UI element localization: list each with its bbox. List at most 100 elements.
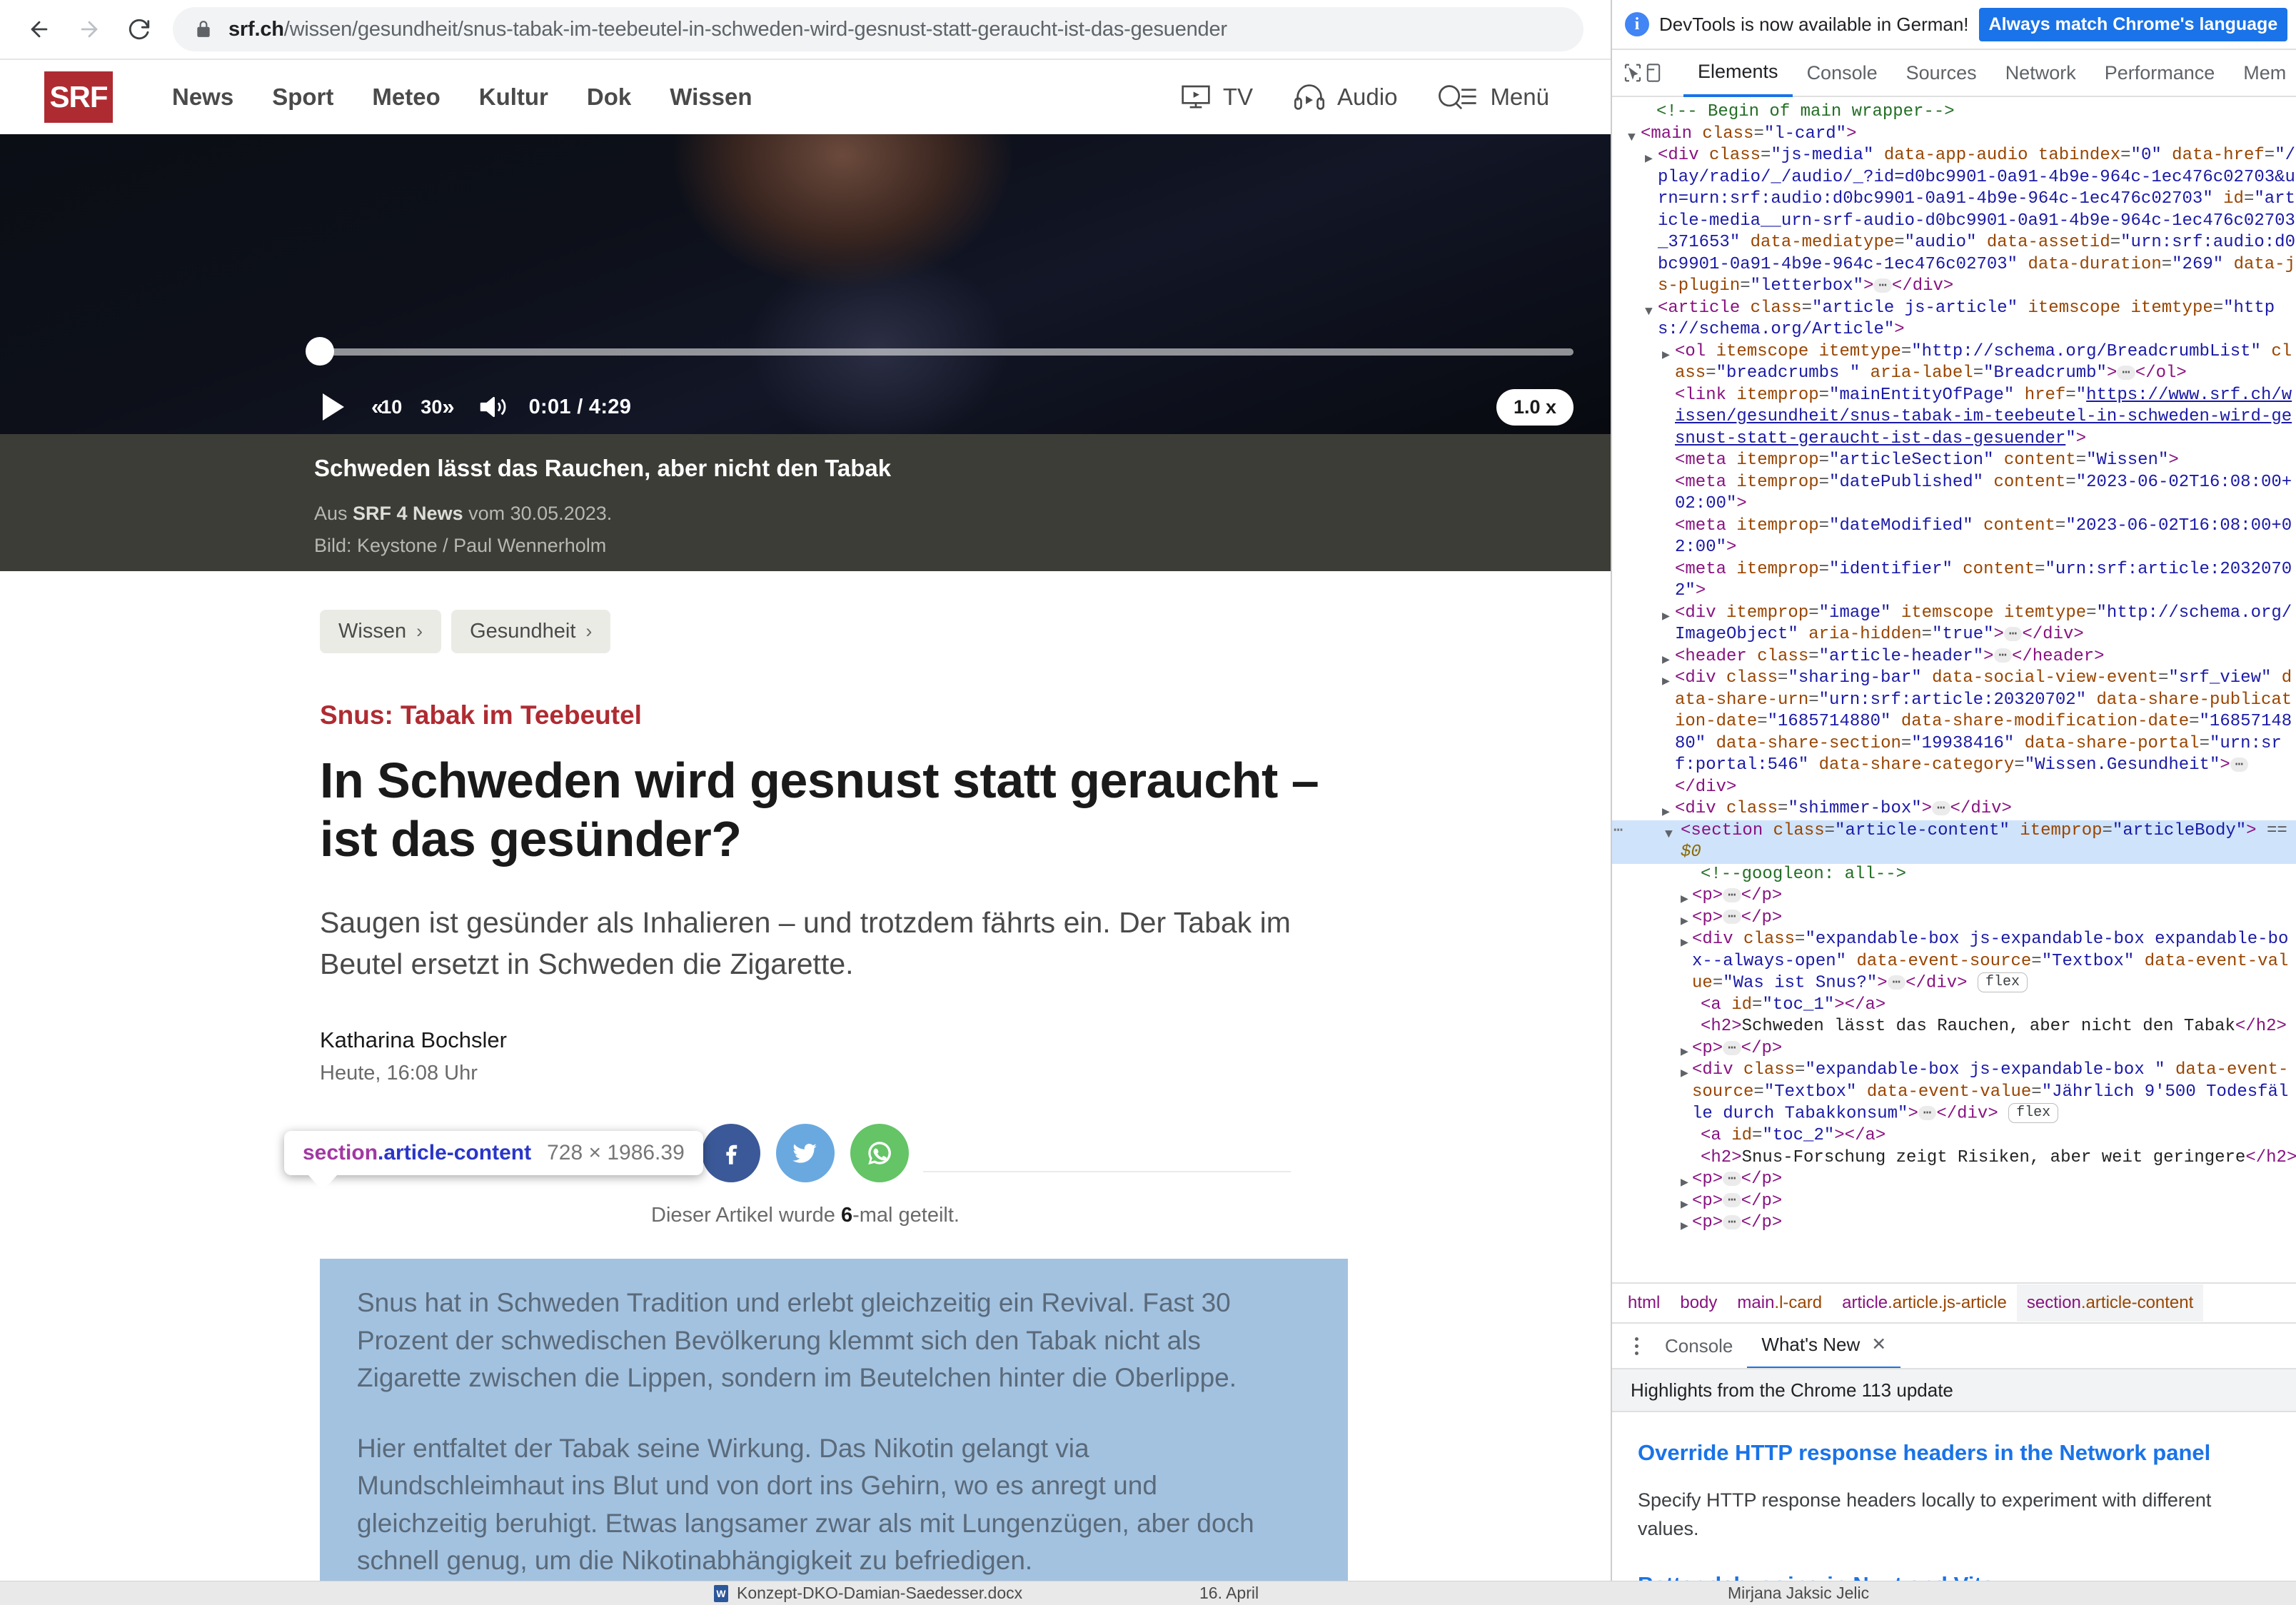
- nav-item-sport[interactable]: Sport: [253, 84, 353, 111]
- tv-button[interactable]: TV: [1160, 83, 1273, 111]
- progress-knob[interactable]: [306, 337, 334, 366]
- tab-elements[interactable]: Elements: [1683, 49, 1793, 97]
- nav-item-kultur[interactable]: Kultur: [460, 84, 568, 111]
- back-button[interactable]: [17, 7, 61, 51]
- dom-line-meta-identifier[interactable]: <meta itemprop="identifier" content="urn…: [1612, 559, 2296, 603]
- nav-item-news[interactable]: News: [153, 84, 253, 111]
- more-options-icon[interactable]: [1622, 1337, 1651, 1355]
- twitter-share-button[interactable]: [776, 1124, 835, 1183]
- expand-triangle-icon[interactable]: ▼: [1665, 824, 1673, 846]
- dom-line-anchor-toc2[interactable]: <a id="toc_2"></a>: [1612, 1125, 2296, 1147]
- dom-crumb-article[interactable]: article.article.js-article: [1832, 1284, 2017, 1322]
- dom-line-div-image[interactable]: ▶ <div itemprop="image" itemscope itemtyp…: [1612, 603, 2296, 646]
- dom-line-googleon[interactable]: <!--googleon: all-->: [1612, 864, 2296, 886]
- audio-label: Audio: [1337, 84, 1398, 110]
- dom-line-meta-published[interactable]: <meta itemprop="datePublished" content="…: [1612, 472, 2296, 515]
- inspect-element-icon[interactable]: [1622, 54, 1643, 92]
- expand-triangle-icon[interactable]: ▶: [1681, 1216, 1688, 1238]
- address-bar[interactable]: srf.ch/wissen/gesundheit/snus-tabak-im-t…: [173, 7, 1583, 51]
- dom-line-main[interactable]: ▼ <main class="l-card">: [1612, 124, 2296, 146]
- play-button[interactable]: [323, 393, 344, 421]
- taskbar-item-user[interactable]: Mirjana Jaksic Jelic: [1728, 1584, 1869, 1603]
- drawer-tab-whats-new[interactable]: What's New ✕: [1747, 1322, 1901, 1369]
- dom-line-js-media[interactable]: ▶ <div class="js-media" data-app-audio ta…: [1612, 145, 2296, 298]
- forward-button[interactable]: [67, 7, 111, 51]
- dom-line-meta-modified[interactable]: <meta itemprop="dateModified" content="2…: [1612, 515, 2296, 559]
- dom-line-p-4[interactable]: ▶ <p> ⋯ </p>: [1612, 1169, 2296, 1191]
- breadcrumb-item-wissen[interactable]: Wissen ›: [320, 610, 442, 653]
- facebook-share-button[interactable]: [702, 1124, 760, 1183]
- nav-item-wissen[interactable]: Wissen: [650, 84, 771, 111]
- nav-item-meteo[interactable]: Meteo: [353, 84, 459, 111]
- expand-triangle-icon[interactable]: ▼: [1645, 301, 1653, 323]
- taskbar-item-doc[interactable]: Konzept-DKO-Damian-Saedesser.docx: [714, 1584, 1022, 1603]
- dom-line-comment[interactable]: <!-- Begin of main wrapper-->: [1612, 101, 2296, 124]
- whatsapp-share-button[interactable]: [850, 1124, 909, 1183]
- dom-line-p-6[interactable]: ▶ <p> ⋯ </p>: [1612, 1212, 2296, 1234]
- dom-line-expandable-box-2[interactable]: ▶ <div class="expandable-box js-expandabl…: [1612, 1060, 2296, 1125]
- whats-new-content: Override HTTP response headers in the Ne…: [1612, 1414, 2296, 1592]
- chevron-right-icon-2: ›: [585, 620, 593, 642]
- chevron-right-icon: ›: [416, 620, 423, 642]
- share-count: Dieser Artikel wurde 6-mal geteilt.: [651, 1204, 960, 1227]
- site-header: SRF News Sport Meteo Kultur Dok Wissen T…: [0, 60, 1611, 134]
- skip-forward-button[interactable]: 30 »: [421, 394, 454, 420]
- playback-speed-button[interactable]: 1.0 x: [1496, 388, 1574, 426]
- dom-crumb-html[interactable]: html: [1618, 1284, 1670, 1322]
- whats-new-item-title-1[interactable]: Override HTTP response headers in the Ne…: [1638, 1439, 2269, 1467]
- dom-line-shimmer-box[interactable]: ▶ <div class="shimmer-box"> ⋯ </div>: [1612, 798, 2296, 820]
- close-icon[interactable]: ✕: [1871, 1322, 1886, 1367]
- dom-line-selected-section[interactable]: ⋯ ▼ <section class="article-content" itemp…: [1612, 820, 2296, 864]
- expand-triangle-icon[interactable]: ▶: [1681, 932, 1688, 955]
- expand-triangle-icon[interactable]: ▶: [1662, 345, 1670, 367]
- expand-triangle-icon[interactable]: ▶: [1662, 606, 1670, 628]
- share-count-value: 6: [840, 1204, 853, 1227]
- nav-item-dok[interactable]: Dok: [568, 84, 650, 111]
- expand-triangle-icon[interactable]: ▶: [1662, 671, 1670, 693]
- tab-network[interactable]: Network: [1991, 50, 2090, 96]
- expand-triangle-icon[interactable]: ▶: [1681, 1063, 1688, 1085]
- device-toolbar-icon[interactable]: [1643, 54, 1663, 92]
- dom-line-p-2[interactable]: ▶ <p> ⋯ </p>: [1612, 907, 2296, 930]
- tab-sources[interactable]: Sources: [1892, 50, 1991, 96]
- skip-back-button[interactable]: « 10: [371, 394, 402, 420]
- dom-line-p-5[interactable]: ▶ <p> ⋯ </p>: [1612, 1191, 2296, 1213]
- always-match-language-button[interactable]: Always match Chrome's language: [1978, 7, 2288, 41]
- dom-line-p-3[interactable]: ▶ <p> ⋯ </p>: [1612, 1038, 2296, 1060]
- dom-line-p-1[interactable]: ▶ <p> ⋯ </p>: [1612, 885, 2296, 907]
- audio-source-prefix: Aus: [314, 502, 353, 524]
- tab-console[interactable]: Console: [1793, 50, 1892, 96]
- navigation-buttons: [0, 7, 161, 51]
- dom-crumb-section[interactable]: section.article-content: [2016, 1284, 2204, 1322]
- dom-line-expandable-box-1[interactable]: ▶ <div class="expandable-box js-expandabl…: [1612, 929, 2296, 995]
- dom-line-sharing-bar[interactable]: ▶ <div class="sharing-bar" data-social-vi…: [1612, 668, 2296, 798]
- audio-title: Schweden lässt das Rauchen, aber nicht d…: [314, 455, 892, 481]
- dom-tree[interactable]: <!-- Begin of main wrapper--> ▼ <main cla…: [1612, 99, 2296, 1275]
- inspector-class: .article-content: [378, 1141, 532, 1164]
- dom-crumb-body[interactable]: body: [1670, 1284, 1727, 1322]
- dom-line-h2-1[interactable]: <h2>Schweden lässt das Rauchen, aber nic…: [1612, 1016, 2296, 1038]
- dom-line-ol-breadcrumbs[interactable]: ▶ <ol itemscope itemtype="http://schema.o…: [1612, 341, 2296, 385]
- drawer-tab-console[interactable]: Console: [1651, 1324, 1747, 1368]
- srf-logo[interactable]: SRF: [44, 71, 113, 123]
- dom-line-h2-2[interactable]: <h2>Snus-Forschung zeigt Risiken, aber w…: [1612, 1147, 2296, 1169]
- menu-button[interactable]: Menü: [1417, 82, 1569, 112]
- info-icon: i: [1625, 12, 1649, 36]
- volume-button[interactable]: [478, 393, 508, 421]
- progress-track[interactable]: [320, 348, 1574, 356]
- audio-button[interactable]: Audio: [1273, 83, 1417, 111]
- tab-performance[interactable]: Performance: [2090, 50, 2230, 96]
- taskbar-item-date[interactable]: 16. April: [1199, 1584, 1259, 1603]
- dom-crumb-main[interactable]: main.l-card: [1727, 1284, 1832, 1322]
- dom-line-link-canonical[interactable]: <link itemprop="mainEntityOfPage" href="…: [1612, 385, 2296, 451]
- drawer-tab-whats-new-label: What's New: [1761, 1334, 1861, 1355]
- dom-line-anchor-toc1[interactable]: <a id="toc_1"></a>: [1612, 995, 2296, 1017]
- media-player[interactable]: « 10 30 » 0:01 / 4:29 1.0 x: [0, 134, 1611, 434]
- dom-line-meta-section[interactable]: <meta itemprop="articleSection" content=…: [1612, 450, 2296, 472]
- dom-line-header[interactable]: ▶ <header class="article-header"> ⋯ </heade…: [1612, 646, 2296, 668]
- tab-memory[interactable]: Mem: [2229, 50, 2296, 96]
- breadcrumb-item-gesundheit[interactable]: Gesundheit ›: [451, 610, 611, 653]
- reload-button[interactable]: [117, 7, 161, 51]
- dom-line-article[interactable]: ▼ <article class="article js-article" ite…: [1612, 298, 2296, 341]
- expand-triangle-icon[interactable]: ▶: [1645, 149, 1653, 171]
